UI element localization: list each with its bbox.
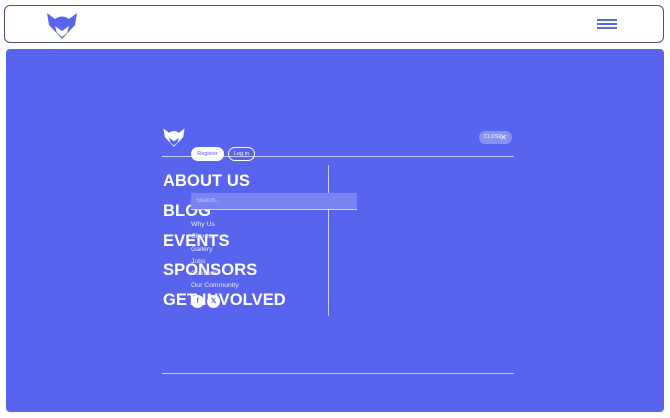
link-why-us[interactable]: Why Us <box>191 219 239 231</box>
top-navbar <box>4 5 664 43</box>
close-x-icon: ✕ <box>500 133 507 142</box>
menu-fox-logo-icon[interactable] <box>162 126 186 153</box>
link-jobs[interactable]: Jobs <box>191 256 239 268</box>
x-twitter-icon[interactable]: 𝕏 <box>207 295 220 308</box>
link-our-community[interactable]: Our Community <box>191 280 239 292</box>
facebook-icon[interactable]: f <box>191 295 204 308</box>
register-button[interactable]: Register <box>191 147 224 161</box>
search-input[interactable] <box>191 193 357 210</box>
login-button[interactable]: Log in <box>228 147 255 161</box>
close-button[interactable]: CLOSE ✕ <box>479 131 512 144</box>
nav-get-involved[interactable]: GET INVOLVED <box>163 291 286 321</box>
vertical-divider <box>328 165 329 316</box>
menu-overlay: CLOSE ✕ ABOUT US BLOG EVENTS SPONSORS GE… <box>6 49 664 412</box>
bottom-divider <box>162 373 514 374</box>
secondary-links: Why Us Clients Gallery Jobs Contacts Our… <box>191 219 239 293</box>
link-contacts[interactable]: Contacts <box>191 268 239 280</box>
link-clients[interactable]: Clients <box>191 231 239 243</box>
hamburger-menu-icon[interactable] <box>597 17 619 31</box>
link-gallery[interactable]: Gallery <box>191 244 239 256</box>
fox-head-logo-icon[interactable] <box>45 10 79 45</box>
